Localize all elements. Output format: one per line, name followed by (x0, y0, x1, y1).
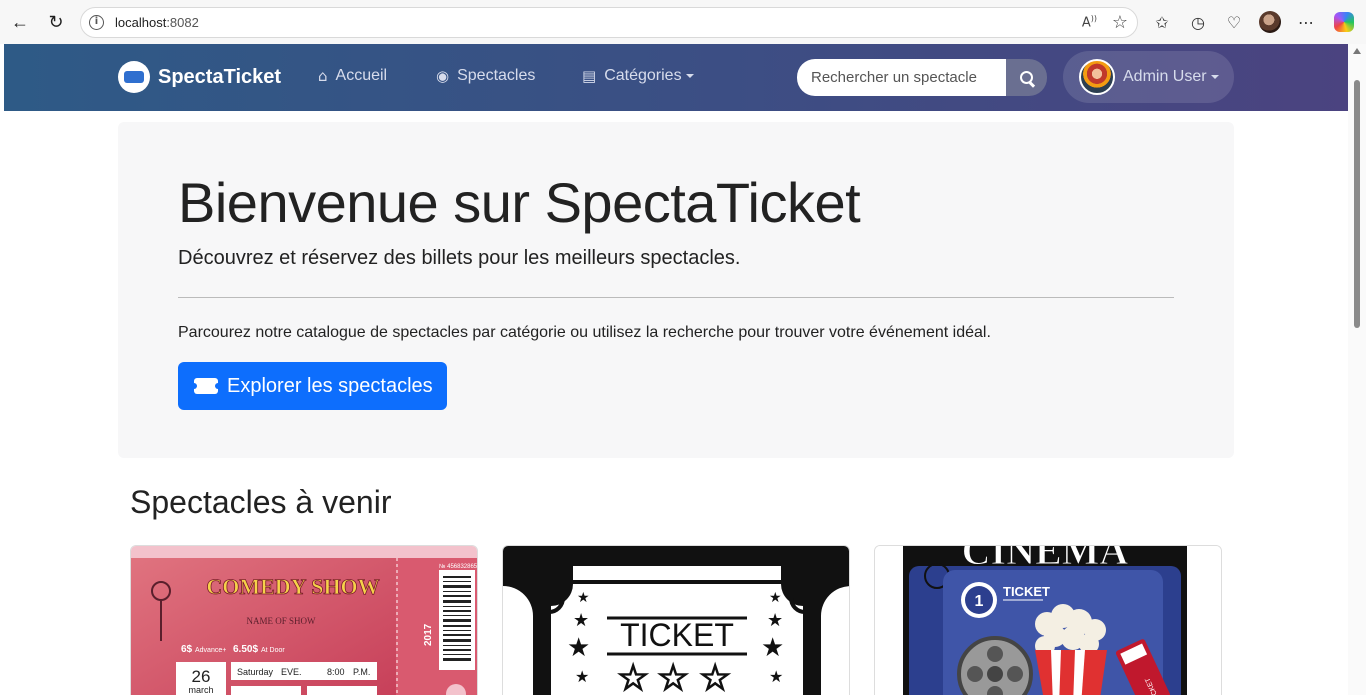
brand-name: SpectaTicket (158, 65, 282, 88)
show-card[interactable]: COMEDY SHOW NAME OF SHOW 6$ Advance+ 6.5… (130, 545, 478, 695)
user-menu[interactable]: Admin User (1063, 51, 1234, 103)
back-icon[interactable]: ← (8, 10, 32, 34)
svg-text:★: ★ (577, 590, 590, 606)
favorite-star-icon[interactable]: ☆ (1112, 12, 1128, 33)
history-icon[interactable]: ◷ (1186, 10, 1210, 34)
ticket-logo-icon (118, 61, 150, 93)
copilot-icon[interactable] (1332, 10, 1356, 34)
search-icon (1019, 70, 1034, 85)
scrollbar-thumb[interactable] (1354, 80, 1360, 328)
svg-text:P.M.: P.M. (353, 667, 370, 677)
svg-text:TICKET: TICKET (1003, 584, 1050, 599)
browser-toolbar: ← ↻ i localhost:8082 A)) ☆ ✩ ◷ ♡ ⋯ (0, 0, 1366, 44)
scroll-up-icon[interactable] (1353, 48, 1361, 54)
nav-link-accueil[interactable]: ⌂ Accueil (318, 67, 387, 85)
svg-text:Saturday: Saturday (237, 667, 274, 677)
web-page: SpectaTicket ⌂ Accueil ◉ Spectacles ▤ Ca… (4, 44, 1348, 695)
svg-text:NAME OF SHOW: NAME OF SHOW (246, 616, 316, 626)
nav-link-categories[interactable]: ▤ Catégories (582, 67, 694, 85)
nav-link-label: Catégories (604, 67, 682, 84)
show-card[interactable]: ★ ★ ★ ★ ★ ★ ★ ★ TICKET ☆ ☆ ☆ (502, 545, 850, 695)
svg-text:Advance+: Advance+ (195, 647, 226, 654)
section-title: Spectacles à venir (130, 484, 392, 520)
chevron-down-icon (685, 74, 694, 78)
more-options-icon[interactable]: ⋯ (1294, 10, 1318, 34)
search-button[interactable] (1006, 59, 1047, 96)
ticket-text: TICKET (620, 617, 734, 653)
hero-section: Bienvenue sur SpectaTicket Découvrez et … (118, 122, 1234, 458)
svg-text:☆: ☆ (657, 658, 689, 695)
show-card[interactable]: CINEMA 1 TICKET TICKET (874, 545, 1222, 695)
hero-text: Parcourez notre catalogue de spectacles … (178, 324, 991, 341)
user-name: Admin User (1123, 68, 1207, 85)
search-input[interactable] (797, 59, 1006, 96)
svg-text:★: ★ (769, 667, 783, 686)
url-text[interactable]: localhost:8082 (115, 15, 199, 30)
site-navbar: SpectaTicket ⌂ Accueil ◉ Spectacles ▤ Ca… (4, 44, 1348, 111)
home-icon: ⌂ (318, 67, 328, 85)
hero-title: Bienvenue sur SpectaTicket (178, 171, 861, 234)
svg-text:At Door: At Door (261, 647, 285, 654)
ticket-text: COMEDY SHOW (206, 574, 379, 599)
svg-text:★: ★ (767, 610, 783, 631)
svg-text:★: ★ (567, 633, 590, 663)
nav-link-label: Accueil (335, 67, 388, 84)
favorites-icon[interactable]: ✩ (1150, 10, 1174, 34)
svg-text:EVE.: EVE. (281, 667, 302, 677)
health-icon[interactable]: ♡ (1222, 10, 1246, 34)
svg-text:8:00: 8:00 (327, 667, 345, 677)
page-scrollbar[interactable] (1348, 44, 1366, 695)
hero-lead: Découvrez et réservez des billets pour l… (178, 247, 741, 269)
nav-link-spectacles[interactable]: ◉ Spectacles (436, 67, 535, 85)
read-aloud-icon[interactable]: A)) (1082, 14, 1097, 30)
svg-text:★: ★ (761, 633, 784, 663)
profile-avatar[interactable] (1258, 10, 1282, 34)
comedy-show-ticket-image: COMEDY SHOW NAME OF SHOW 6$ Advance+ 6.5… (131, 546, 478, 695)
explore-button-label: Explorer les spectacles (227, 374, 433, 397)
divider (178, 297, 1174, 298)
svg-text:★: ★ (573, 610, 589, 631)
theater-masks-icon: ◉ (436, 67, 450, 85)
explore-button[interactable]: Explorer les spectacles (178, 362, 447, 410)
search-form (797, 59, 1047, 96)
svg-text:★: ★ (575, 667, 589, 686)
refresh-icon[interactable]: ↻ (44, 10, 68, 34)
site-info-icon[interactable]: i (89, 15, 104, 30)
avatar (1079, 59, 1115, 95)
address-bar[interactable]: i localhost:8082 A)) ☆ (80, 7, 1138, 38)
chevron-down-icon (1210, 75, 1219, 79)
svg-text:26: 26 (192, 667, 211, 686)
svg-text:☆: ☆ (617, 658, 649, 695)
nav-link-label: Spectacles (457, 67, 536, 84)
svg-text:6$: 6$ (181, 644, 193, 655)
ticket-image: ★ ★ ★ ★ ★ ★ ★ ★ TICKET ☆ ☆ ☆ (503, 546, 849, 695)
svg-text:☆: ☆ (699, 658, 731, 695)
svg-text:2017: 2017 (423, 623, 434, 646)
svg-text:★: ★ (769, 590, 782, 606)
svg-text:1: 1 (975, 593, 984, 610)
svg-text:6.50$: 6.50$ (233, 644, 258, 655)
list-icon: ▤ (582, 67, 597, 85)
svg-text:№ 456832865: № 456832865 (439, 563, 478, 570)
cinema-ticket-image: CINEMA 1 TICKET TICKET (875, 546, 1221, 695)
ticket-icon (191, 378, 221, 394)
brand-link[interactable]: SpectaTicket (118, 61, 281, 93)
svg-text:march: march (188, 685, 213, 695)
